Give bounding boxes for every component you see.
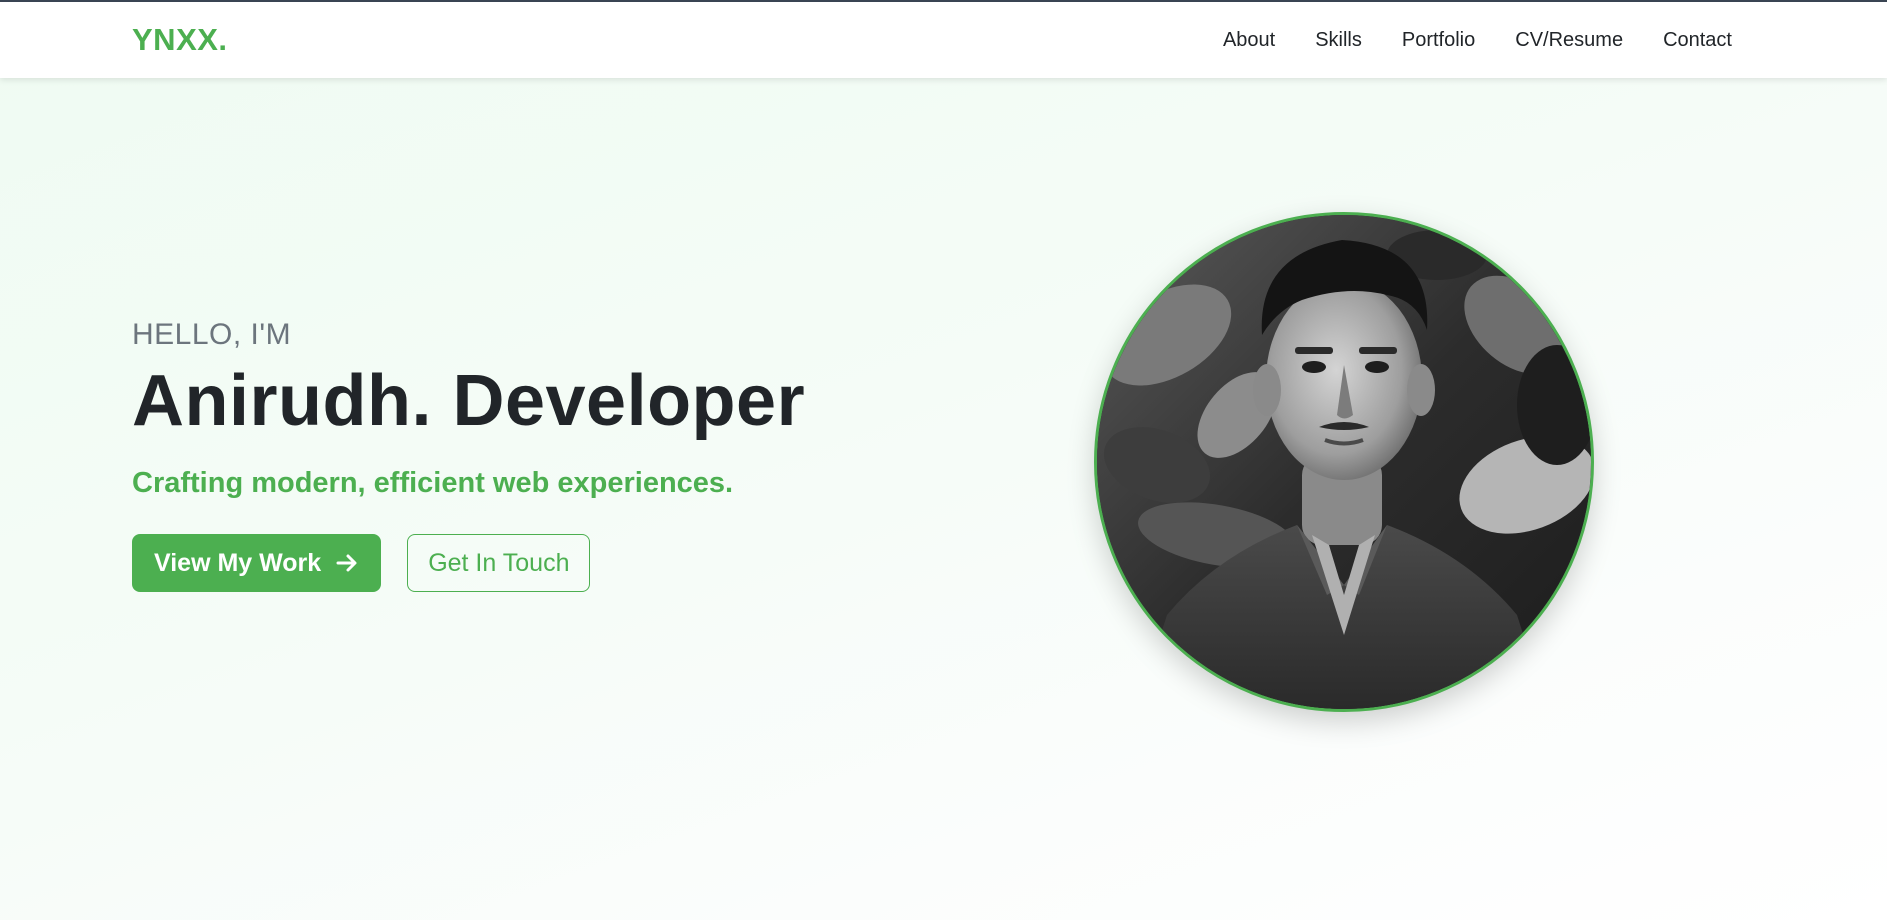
hero-section: HELLO, I'M Anirudh. Developer Crafting m… [132,318,806,593]
profile-photo [1094,212,1594,712]
get-in-touch-button[interactable]: Get In Touch [407,534,591,593]
view-my-work-label: View My Work [154,548,322,577]
arrow-right-icon [336,554,357,572]
nav-link-contact[interactable]: Contact [1663,29,1732,52]
nav-link-about[interactable]: About [1223,29,1275,52]
logo[interactable]: YNXX. [132,22,228,58]
profile-photo-illustration [1097,215,1591,709]
nav-links: About Skills Portfolio CV/Resume Contact [1223,29,1732,52]
hero-greeting: HELLO, I'M [132,318,292,351]
nav-link-portfolio[interactable]: Portfolio [1402,29,1475,52]
hero-tagline: Crafting modern, efficient web experienc… [132,467,734,500]
navbar: YNXX. About Skills Portfolio CV/Resume C… [0,2,1887,78]
hero-buttons: View My Work Get In Touch [132,534,805,593]
hero-name: Anirudh. Developer [132,361,806,441]
nav-link-cv-resume[interactable]: CV/Resume [1515,29,1623,52]
view-my-work-button[interactable]: View My Work [132,534,382,593]
nav-link-skills[interactable]: Skills [1315,29,1362,52]
